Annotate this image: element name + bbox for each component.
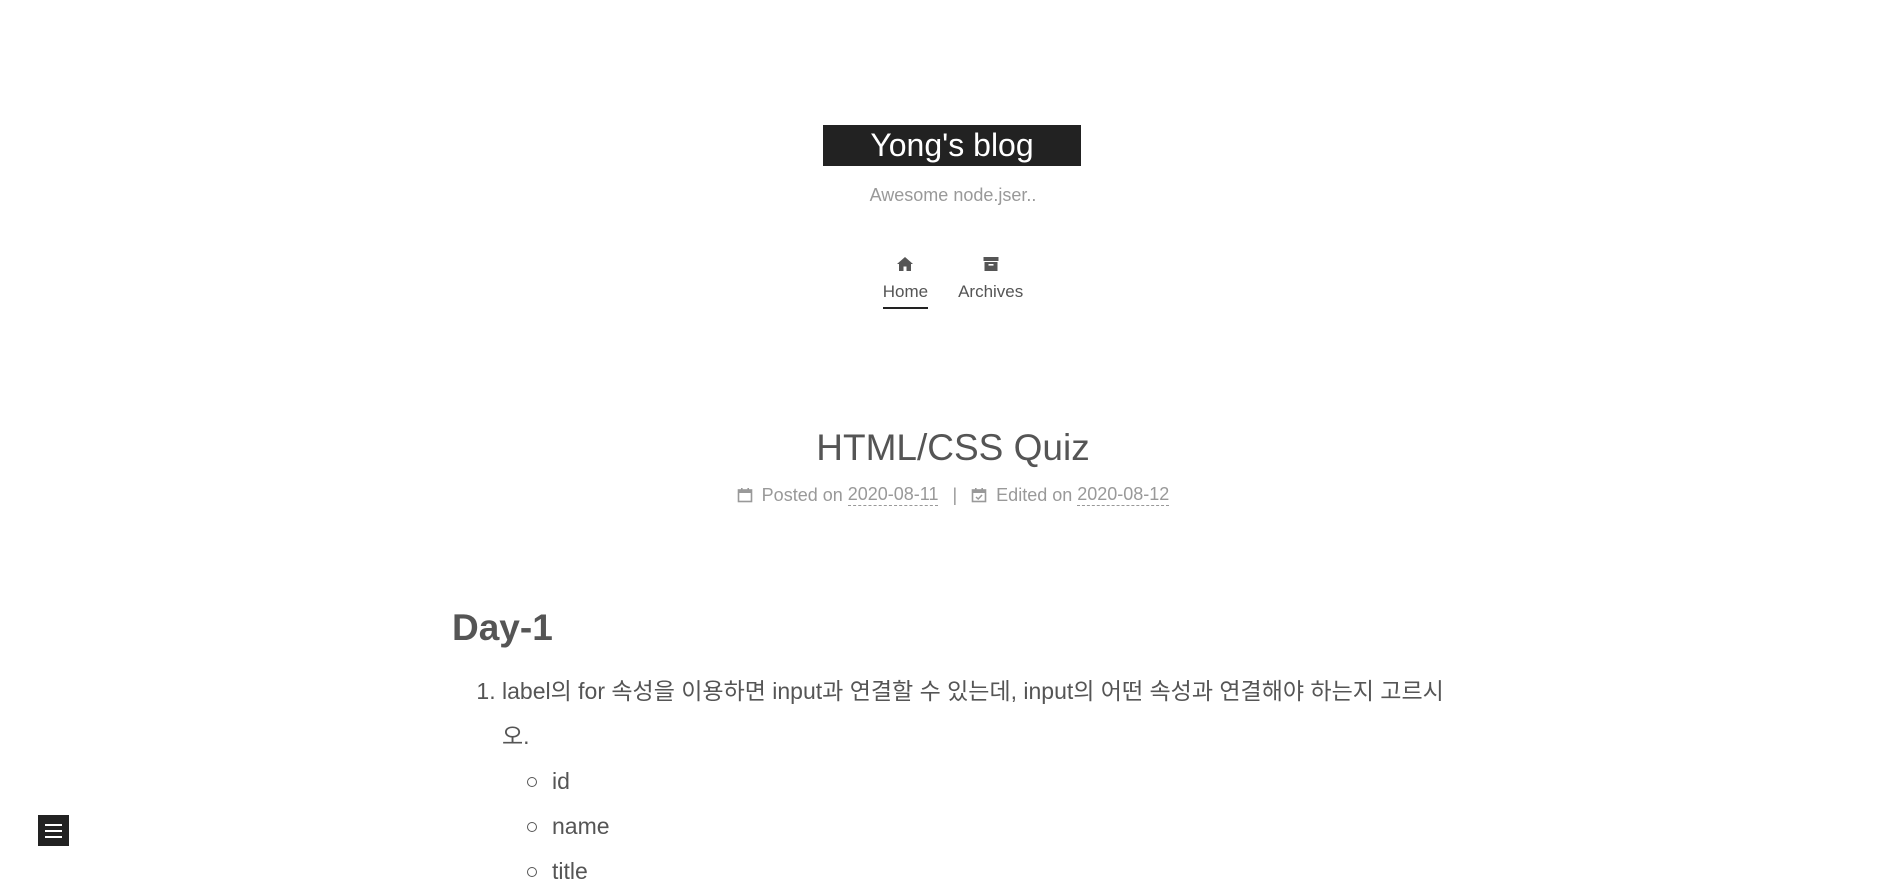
site-title[interactable]: Yong's blog [823, 125, 1081, 166]
option-item: name [527, 804, 1462, 849]
home-icon [897, 257, 914, 271]
question-list: label의 for 속성을 이용하면 input과 연결할 수 있는데, in… [452, 669, 1462, 887]
main-menu: Home Archives [0, 255, 1893, 309]
option-item: id [527, 759, 1462, 804]
site-subtitle: Awesome node.jser.. [869, 185, 1037, 205]
menu-label-archives: Archives [958, 282, 1024, 301]
menu-item-home[interactable]: Home [882, 255, 929, 309]
post-title: HTML/CSS Quiz [816, 427, 1090, 468]
edited-date[interactable]: 2020-08-12 [1077, 484, 1170, 506]
posted-label: Posted on [761, 484, 843, 505]
option-text: title [552, 858, 588, 884]
meta-divider: | [952, 484, 958, 505]
post-meta: Posted on 2020-08-11 | Edited on 2020-08… [0, 484, 1893, 506]
page: Yong's blog Awesome node.jser.. Home Arc… [0, 0, 1893, 887]
menu-item-archives[interactable]: Archives [958, 255, 1023, 309]
posted-date[interactable]: 2020-08-11 [847, 484, 939, 506]
circle-bullet-icon [527, 866, 537, 877]
menu-bar-icon [45, 823, 62, 826]
option-text: id [552, 768, 570, 794]
archive-icon [983, 257, 999, 271]
edited-label: Edited on [996, 484, 1073, 505]
option-text: name [552, 813, 610, 839]
question-text: label의 for 속성을 이용하면 input과 연결할 수 있는데, in… [502, 678, 1444, 749]
circle-bullet-icon [527, 776, 537, 787]
section-heading: Day-1 [452, 607, 553, 648]
circle-bullet-icon [527, 821, 537, 832]
option-item: title [527, 849, 1462, 887]
calendar-check-icon [971, 488, 987, 503]
menu-bar-icon [45, 829, 62, 832]
calendar-icon [737, 488, 752, 503]
question-item: label의 for 속성을 이용하면 input과 연결할 수 있는데, in… [502, 669, 1462, 887]
menu-label-home: Home [882, 282, 929, 309]
post-body: Day-1 label의 for 속성을 이용하면 input과 연결할 수 있… [452, 600, 1462, 887]
option-list: id name title [502, 759, 1462, 887]
menu-bar-icon [45, 835, 62, 838]
sidebar-toggle-button[interactable] [38, 815, 69, 846]
